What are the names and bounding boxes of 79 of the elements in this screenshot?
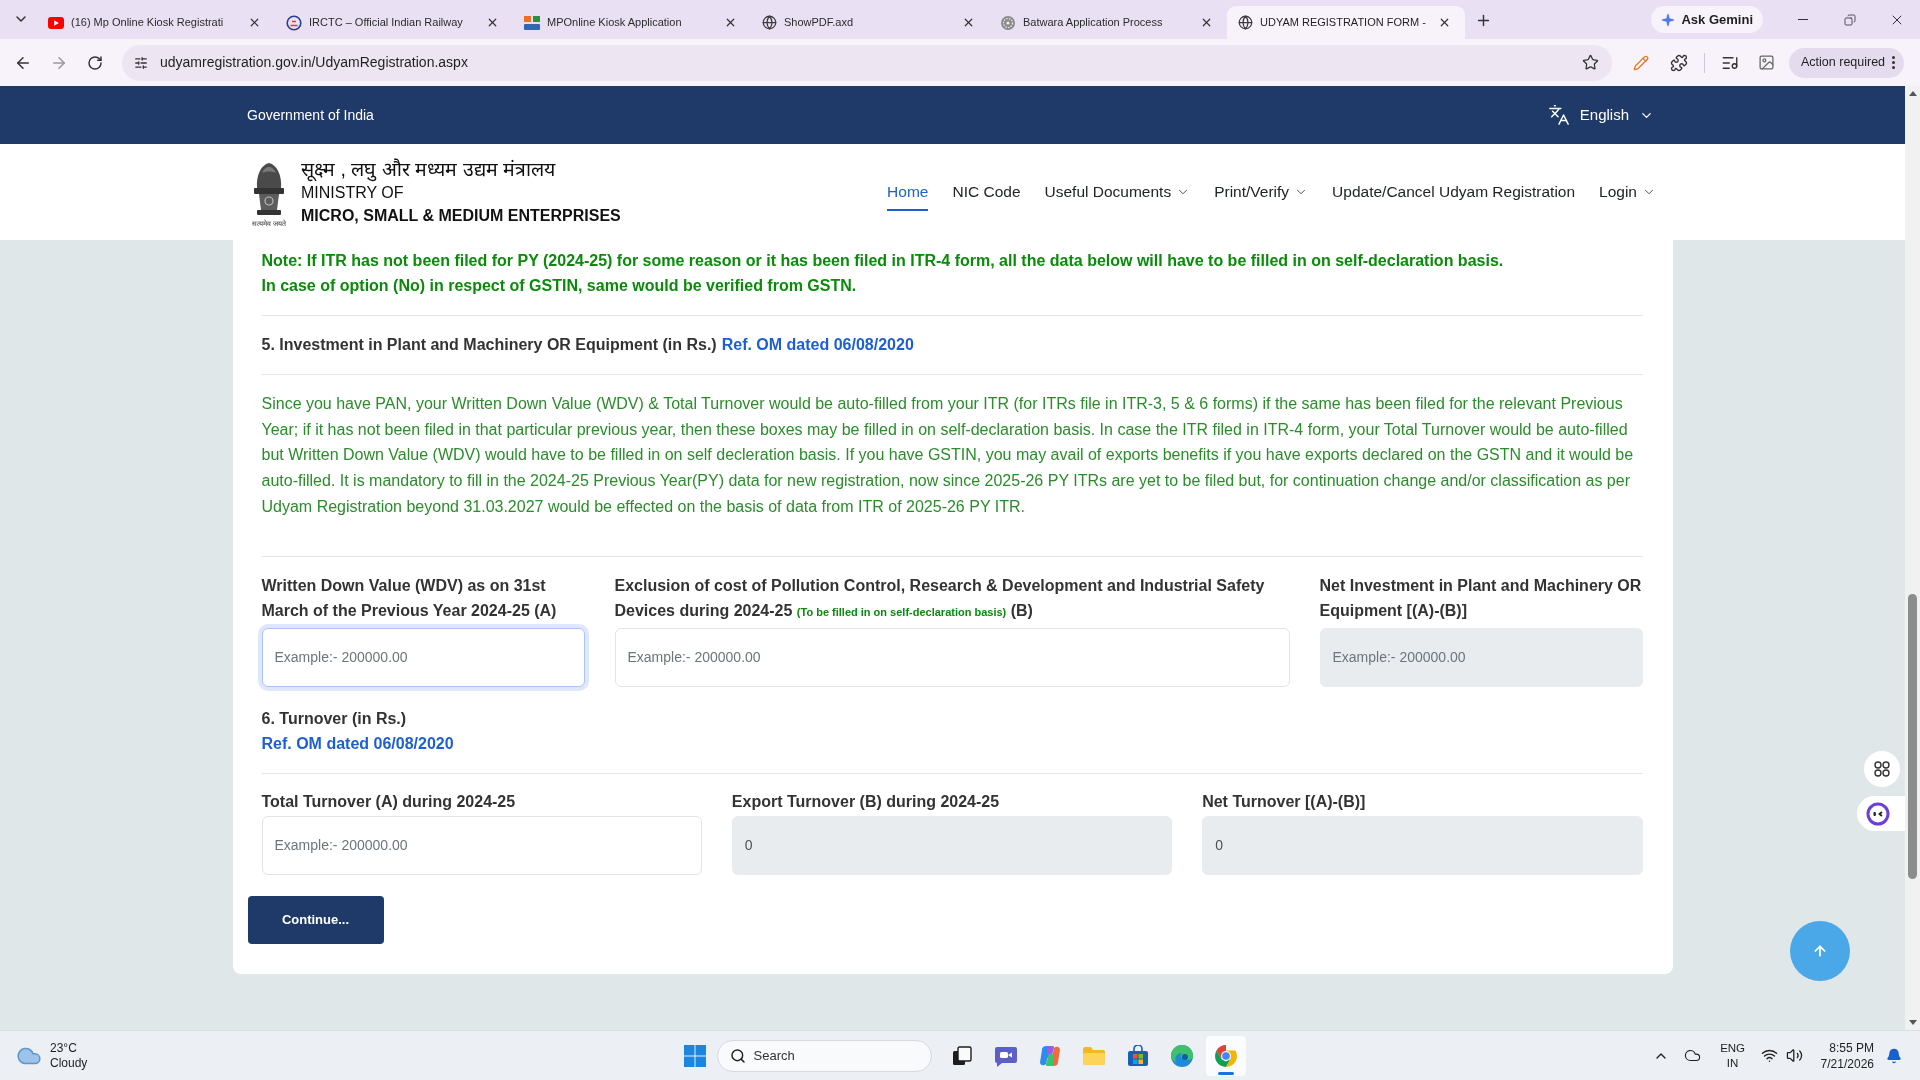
nav-link[interactable]: Update/Cancel Udyam Registration (1332, 173, 1576, 211)
reload-icon (87, 54, 103, 71)
apps-widget-button[interactable] (1864, 751, 1900, 787)
translate-icon (1547, 104, 1570, 126)
settings-icon (134, 55, 148, 70)
pen-icon (1633, 54, 1649, 71)
picture-icon (1757, 54, 1775, 71)
ask-gemini-button[interactable]: Ask Gemini (1651, 6, 1763, 33)
section-heading: 5. Investment in Plant and Machinery OR Equipment (in Rs.) (261, 335, 717, 355)
video-chat-icon (993, 1044, 1018, 1067)
puzzle-icon (1670, 53, 1688, 72)
browser-tab[interactable]: Batwara Application Process (989, 6, 1227, 39)
government-title: Government of India (247, 105, 374, 125)
ministry-hindi-name: सूक्ष्म , लघु और मध्यम उद्यम मंत्रालय (301, 157, 557, 182)
cloud-icon (1684, 1047, 1702, 1064)
note-text: Note: If ITR has not been filed for PY (2024-25) for some reason or it has been filed in ITR-4 form, all the data below will have to be filled in on self-declaration basis. (261, 251, 1505, 271)
scroll-down-arrow-icon (1908, 1020, 1917, 1025)
swirl-icon (1037, 1043, 1062, 1068)
shopping-bag-icon (1126, 1044, 1149, 1067)
site-logo-icon (524, 15, 540, 30)
star-icon (1581, 54, 1599, 71)
volume-icon (1785, 1047, 1803, 1064)
browser-tab[interactable]: IRCTC – Official Indian Railway (275, 6, 513, 39)
language-button[interactable]: English (1547, 103, 1654, 127)
nav-link[interactable]: Home (887, 173, 929, 211)
assistant-widget-button[interactable] (1857, 796, 1905, 831)
nav-link[interactable]: NIC Code (952, 173, 1021, 211)
input-field[interactable]: Example:- 200000.00 (261, 627, 585, 687)
field-label: Written Down Value (WDV) as on 31st March of the Previous Year 2024-25 (A) (261, 575, 558, 621)
continue-button[interactable]: Continue... (247, 895, 384, 944)
globe-icon (762, 15, 777, 30)
clock-button[interactable]: 8:55 PM 7/21/2026 (1816, 1039, 1878, 1072)
info-paragraph: Since you have PAN, your Written Down Value (WDV) & Total Turnover would be auto-filled from your ITR (for ITRs file in ITR-3, 5 & 6 forms) if the same has been filed for the relevant Previous Year; if it has not been filed in that particular previous year, then these boxes may be filled in on self-declaration basis. In case the ITR filed in ITR-4 form, your Total Turnover would be auto-filled but Written Down Value (WDV) would have to be filled in on self decleration basis. If you have GSTIN, you may avail of exports benefits if you have exports declared on the GSTN and it would be auto-filled. It is mandatory to fill in the 2024-25 Previous Year(PY) data for new registration, now since 2025-26 PY ITRs are yet to be filed but, for continuation change and/or classification as per Udyam Registration beyond 31.03.2027 would be effected on the basis of data from ITR of 2025-26 PY ITR. (261, 394, 1635, 517)
browser-tab[interactable]: UDYAM REGISTRATION FORM - (1227, 6, 1465, 39)
sparkle-icon (1661, 12, 1676, 27)
profile-status-button[interactable]: Action required (1789, 47, 1905, 78)
browser-tab[interactable]: (16) Mp Online Kiosk Registrati (37, 6, 275, 39)
bell-icon (1886, 1047, 1902, 1064)
ref-link[interactable]: Ref. OM dated 06/08/2020 (721, 334, 914, 356)
search-field[interactable]: Search (716, 1039, 932, 1072)
tricolor-circle-icon (1213, 1043, 1238, 1068)
field-label: Net Investment in Plant and Machinery OR Equipment [(A)-(B)] (1319, 575, 1643, 621)
task-view-icon (951, 1045, 972, 1066)
more-icon (1892, 56, 1896, 69)
scrollbar-thumb[interactable] (1908, 594, 1917, 879)
input-field[interactable]: Example:- 200000.00 (261, 815, 702, 875)
wave-circle-icon (1169, 1043, 1194, 1068)
nav-link[interactable]: Print/Verify (1214, 173, 1309, 211)
input-language-button[interactable]: ENG IN (1714, 1040, 1751, 1071)
input-field[interactable]: Example:- 200000.00 (614, 627, 1290, 687)
restore-icon (1843, 13, 1856, 26)
seal-icon (1000, 14, 1016, 31)
video-play-icon (48, 16, 64, 29)
browser-tab[interactable]: MPOnline Kiosk Application (513, 6, 751, 39)
field-label: Exclusion of cost of Pollution Control, Research & Development and Industrial Safety Devices during 2024-25 (To be filled in on self-declaration basis) (B) (614, 575, 1266, 621)
section-heading: 6. Turnover (in Rs.) (261, 708, 407, 729)
weather-condition: Cloudy (50, 1055, 88, 1071)
round-logo-icon (286, 14, 302, 31)
browser-tab[interactable]: ShowPDF.axd (751, 6, 989, 39)
scroll-up-arrow-icon (1908, 91, 1917, 96)
globe-icon (1238, 15, 1253, 30)
ministry-name: MICRO, SMALL & MEDIUM ENTERPRISES (301, 206, 621, 226)
note-text: In case of option (No) in respect of GSTIN, same would be verified from GSTN. (261, 276, 858, 296)
windows-logo-icon (683, 1044, 706, 1067)
field-label: Export Turnover (B) during 2024-25 (731, 791, 1001, 812)
field-label: Total Turnover (A) during 2024-25 (261, 791, 517, 812)
grid-icon (1874, 761, 1890, 777)
weather-temperature: 23°C (50, 1040, 78, 1056)
face-icon (1866, 801, 1890, 826)
minimize-icon (1797, 19, 1808, 20)
wifi-icon (1760, 1047, 1778, 1064)
search-icon (729, 1047, 746, 1064)
nav-link[interactable]: Useful Documents (1044, 173, 1191, 211)
folder-icon (1081, 1045, 1106, 1066)
address-bar[interactable]: udyamregistration.gov.in/UdyamRegistration.aspx (122, 44, 1612, 81)
ref-link[interactable]: Ref. OM dated 06/08/2020 (261, 730, 454, 756)
field-label: Net Turnover [(A)-(B)] (1202, 791, 1367, 812)
nav-link[interactable]: Login (1599, 173, 1656, 211)
ministry-of-text: MINISTRY OF (301, 183, 405, 203)
